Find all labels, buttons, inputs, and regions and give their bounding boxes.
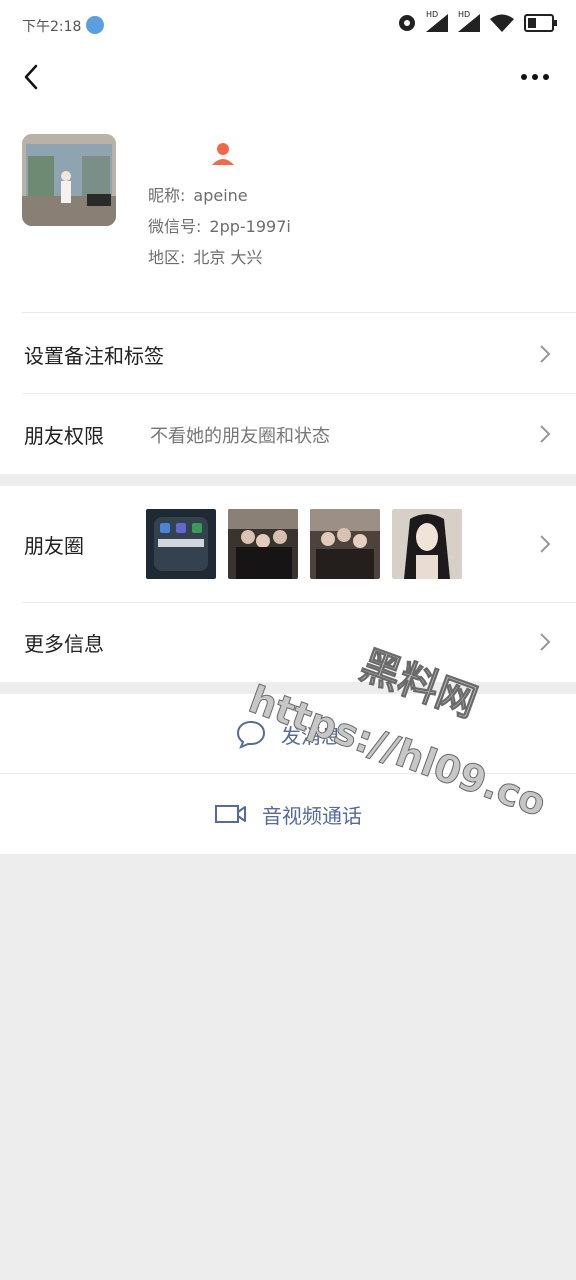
more-info-label: 更多信息 (24, 632, 104, 656)
status-time: 下午2:18 (22, 19, 82, 35)
more-info-cell[interactable]: 更多信息 (0, 602, 576, 682)
wifi-icon (490, 14, 514, 32)
chevron-right-icon (540, 345, 551, 363)
avatar[interactable] (22, 134, 116, 226)
friend-permission-detail: 不看她的朋友圈和状态 (150, 426, 330, 447)
friend-permission-label: 朋友权限 (24, 424, 104, 448)
action-section: 发消息 音视频通话 (0, 694, 576, 854)
moments-thumbnail (392, 509, 462, 579)
gender-person-icon (212, 143, 234, 165)
moments-label: 朋友圈 (24, 534, 84, 558)
moments-thumbnail (310, 509, 380, 579)
moments-thumbnails[interactable] (146, 509, 462, 579)
send-message-button[interactable]: 发消息 (0, 694, 576, 774)
profile-info: 昵称: apeine 微信号: 2pp-1997i 地区: 北京 大兴 (148, 180, 291, 273)
signal-icon-2: HD (458, 10, 480, 32)
moments-thumbnail (228, 509, 298, 579)
signal-icon: HD (426, 10, 448, 32)
nfc-icon (399, 15, 415, 31)
avatar-photo (22, 134, 116, 226)
video-call-label: 音视频通话 (262, 803, 362, 828)
set-remark-label: 设置备注和标签 (24, 344, 164, 368)
video-call-button[interactable]: 音视频通话 (0, 774, 576, 854)
chevron-right-icon (540, 425, 551, 443)
moments-section: 朋友圈 更多信息 (0, 486, 576, 682)
more-icon[interactable] (520, 68, 550, 86)
status-icons: HD HD (398, 10, 557, 32)
nav-bar (0, 52, 576, 102)
status-bar: 下午2:18 HD HD (0, 0, 576, 50)
chat-bubble-icon (236, 720, 266, 749)
divider (22, 312, 576, 313)
region: 北京 大兴 (193, 248, 263, 267)
video-camera-icon (215, 805, 246, 823)
set-remark-cell[interactable]: 设置备注和标签 (0, 314, 576, 394)
send-message-label: 发消息 (281, 723, 341, 748)
profile-header: 昵称: apeine 微信号: 2pp-1997i 地区: 北京 大兴 (0, 110, 576, 310)
back-icon[interactable] (20, 62, 48, 92)
wechat-id: 2pp-1997i (209, 217, 291, 236)
chevron-right-icon (540, 633, 551, 651)
wechat-id-label: 微信号: (148, 217, 202, 236)
friend-permission-cell[interactable]: 朋友权限 不看她的朋友圈和状态 (0, 394, 576, 474)
app-indicator-icon (86, 16, 104, 34)
battery-icon (524, 14, 557, 32)
moments-thumbnail (146, 509, 216, 579)
nickname: apeine (193, 186, 248, 205)
region-label: 地区: (148, 248, 186, 267)
nickname-label: 昵称: (148, 186, 186, 205)
chevron-right-icon (540, 535, 551, 553)
